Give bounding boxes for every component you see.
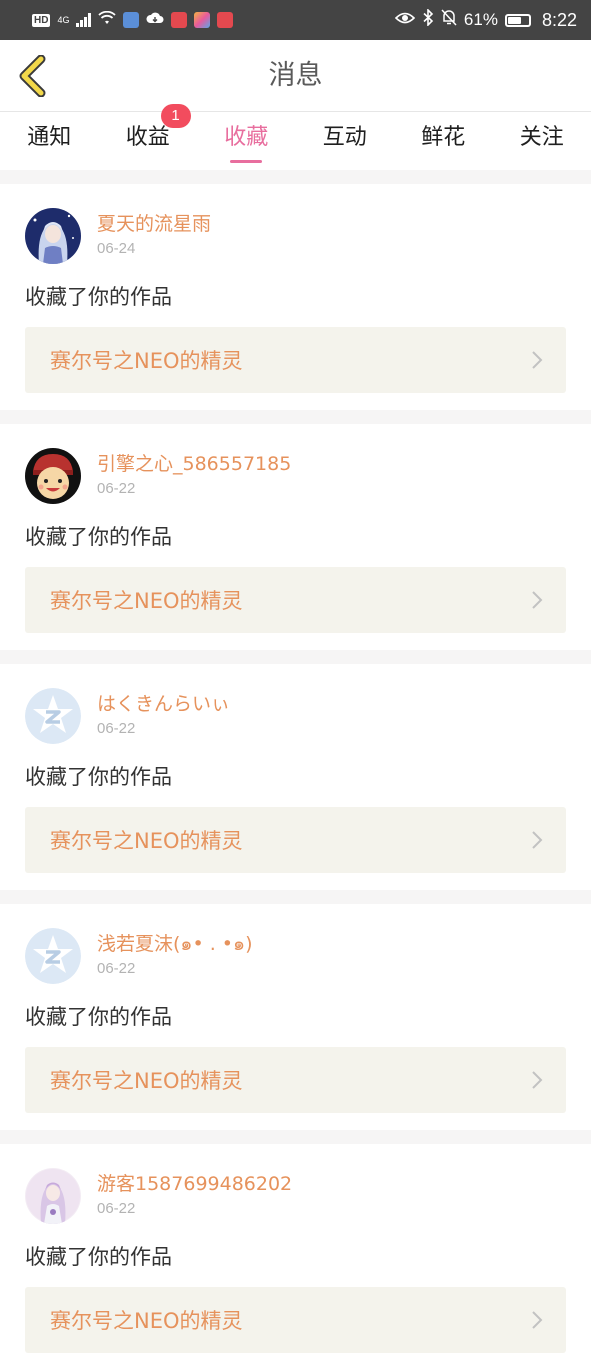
work-title: 赛尔号之NEO的精灵 (50, 1305, 243, 1335)
tab-earnings[interactable]: 收益 1 (99, 112, 198, 170)
avatar[interactable] (25, 448, 81, 504)
work-title: 赛尔号之NEO的精灵 (50, 825, 243, 855)
avatar[interactable] (25, 928, 81, 984)
action-text: 收藏了你的作品 (25, 1243, 566, 1271)
tab-label: 收藏 (224, 125, 268, 150)
divider (0, 650, 591, 664)
message-date: 06-24 (97, 238, 211, 260)
red-app-icon (171, 12, 187, 28)
avatar[interactable] (25, 1168, 81, 1224)
message-card: 夏天的流星雨 06-24 收藏了你的作品 赛尔号之NEO的精灵 (0, 184, 591, 410)
action-text: 收藏了你的作品 (25, 763, 566, 791)
colorful-app-icon (194, 12, 210, 28)
network-type: 4G (57, 16, 69, 25)
user-name[interactable]: はくきんらいぃ (97, 692, 230, 716)
work-title: 赛尔号之NEO的精灵 (50, 1065, 243, 1095)
chevron-right-icon (530, 829, 544, 851)
eye-icon (395, 10, 415, 30)
chevron-right-icon (530, 1309, 544, 1331)
action-text: 收藏了你的作品 (25, 1003, 566, 1031)
message-date: 06-22 (97, 478, 291, 500)
message-date: 06-22 (97, 958, 252, 980)
work-title: 赛尔号之NEO的精灵 (50, 345, 243, 375)
battery-percent: 61% (464, 10, 498, 30)
tab-favorites[interactable]: 收藏 (197, 112, 296, 170)
work-link[interactable]: 赛尔号之NEO的精灵 (25, 1047, 566, 1113)
battery-icon (505, 14, 531, 27)
divider (0, 1130, 591, 1144)
mute-bell-icon (441, 9, 457, 31)
tab-label: 关注 (520, 125, 564, 150)
tab-follows[interactable]: 关注 (493, 112, 591, 170)
work-title: 赛尔号之NEO的精灵 (50, 585, 243, 615)
user-name[interactable]: 游客1587699486202 (97, 1172, 292, 1196)
message-card: 引擎之心_586557185 06-22 收藏了你的作品 赛尔号之NEO的精灵 (0, 424, 591, 650)
tab-notifications[interactable]: 通知 (0, 112, 99, 170)
user-name[interactable]: 浅若夏沫(๑• . •๑) (97, 932, 252, 956)
bluetooth-icon (422, 9, 434, 31)
tab-label: 互动 (323, 125, 367, 150)
music-app-icon (123, 12, 139, 28)
shop-app-icon (217, 12, 233, 28)
tab-interactions[interactable]: 互动 (296, 112, 395, 170)
message-list: 夏天的流星雨 06-24 收藏了你的作品 赛尔号之NEO的精灵 (0, 170, 591, 1370)
avatar[interactable] (25, 688, 81, 744)
user-name[interactable]: 引擎之心_586557185 (97, 452, 291, 476)
message-date: 06-22 (97, 1198, 292, 1220)
tab-flowers[interactable]: 鲜花 (394, 112, 493, 170)
work-link[interactable]: 赛尔号之NEO的精灵 (25, 567, 566, 633)
avatar[interactable] (25, 208, 81, 264)
tab-bar: 通知 收益 1 收藏 互动 鲜花 关注 (0, 112, 591, 170)
action-text: 收藏了你的作品 (25, 283, 566, 311)
tab-label: 通知 (27, 125, 71, 150)
chevron-right-icon (530, 1069, 544, 1091)
divider (0, 410, 591, 424)
tab-label: 收益 (126, 125, 170, 150)
message-card: 浅若夏沫(๑• . •๑) 06-22 收藏了你的作品 赛尔号之NEO的精灵 (0, 904, 591, 1130)
work-link[interactable]: 赛尔号之NEO的精灵 (25, 807, 566, 873)
message-card: 游客1587699486202 06-22 收藏了你的作品 赛尔号之NEO的精灵 (0, 1144, 591, 1370)
work-link[interactable]: 赛尔号之NEO的精灵 (25, 327, 566, 393)
message-date: 06-22 (97, 718, 230, 740)
status-bar: HD 4G 61% 8:22 (0, 0, 591, 40)
page-title: 消息 (0, 40, 591, 112)
signal-icon (76, 13, 91, 27)
tab-label: 鲜花 (421, 125, 465, 150)
divider (0, 170, 591, 184)
user-name[interactable]: 夏天的流星雨 (97, 212, 211, 236)
chevron-right-icon (530, 589, 544, 611)
work-link[interactable]: 赛尔号之NEO的精灵 (25, 1287, 566, 1353)
clock: 8:22 (542, 10, 577, 31)
action-text: 收藏了你的作品 (25, 523, 566, 551)
app-header: 消息 (0, 40, 591, 112)
wifi-icon (98, 10, 116, 30)
hd-indicator: HD (32, 14, 50, 27)
cloud-download-icon (146, 10, 164, 30)
unread-badge: 1 (161, 104, 191, 128)
chevron-right-icon (530, 349, 544, 371)
divider (0, 890, 591, 904)
message-card: はくきんらいぃ 06-22 收藏了你的作品 赛尔号之NEO的精灵 (0, 664, 591, 890)
